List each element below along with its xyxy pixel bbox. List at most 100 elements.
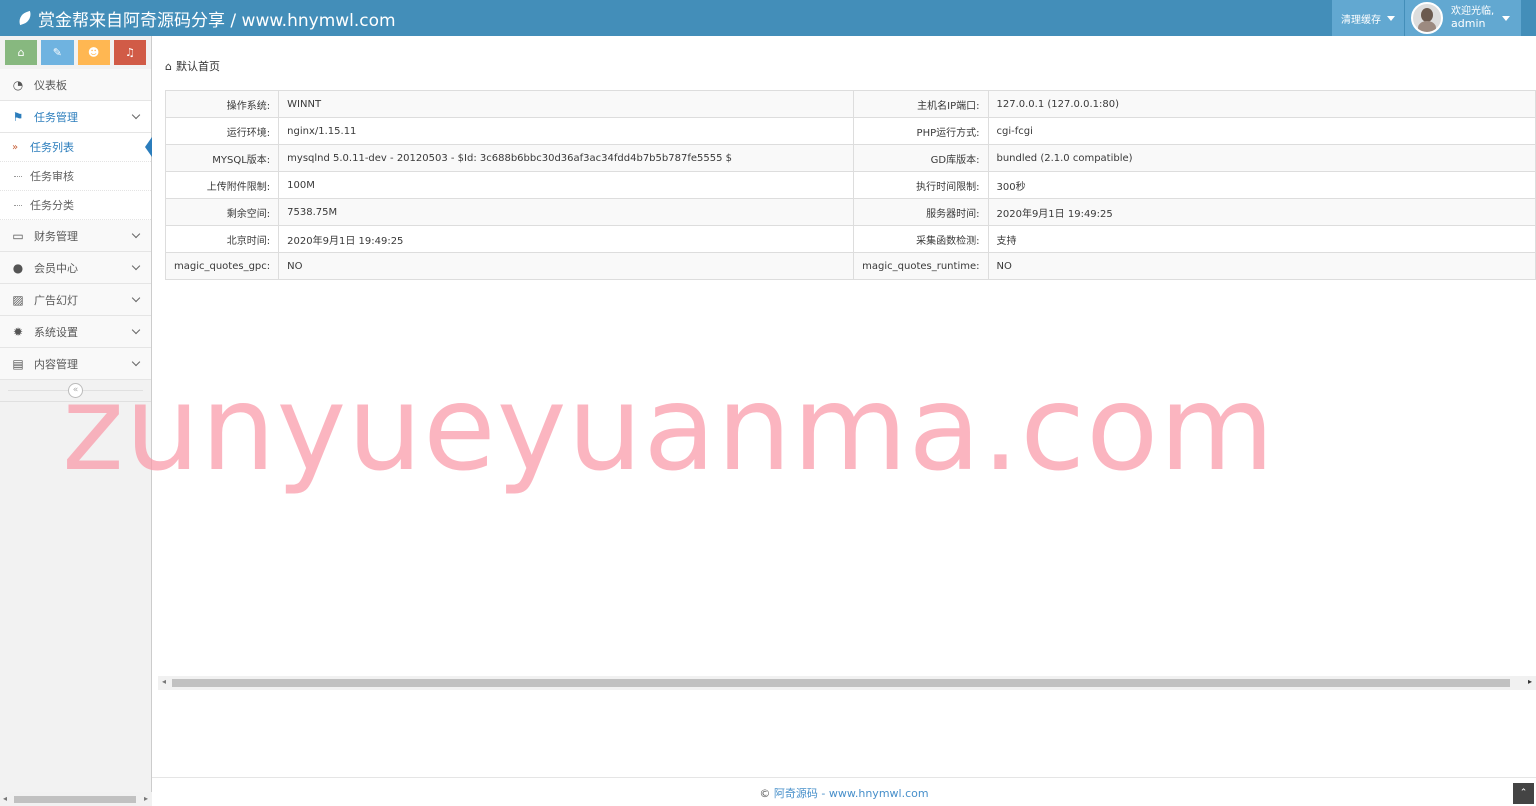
scrollbar-thumb[interactable] — [14, 796, 136, 803]
user-icon: ● — [12, 260, 24, 275]
info-value: 300秒 — [987, 171, 1536, 199]
book-icon: ▤ — [12, 356, 24, 371]
shortcut-edit-button[interactable]: ✎ — [41, 40, 74, 65]
chevron-down-icon — [131, 261, 141, 271]
collapse-sidebar-button[interactable]: « — [68, 383, 83, 398]
table-row: 上传附件限制: 100M 执行时间限制: 300秒 — [164, 171, 1536, 199]
info-label: 执行时间限制: — [853, 171, 989, 199]
bell-icon: ♫ — [124, 46, 135, 59]
sidebar-subitem-label: 任务分类 — [30, 199, 74, 212]
sidebar-horizontal-scrollbar[interactable]: ◂ ▸ — [0, 792, 152, 806]
sidebar-item-settings[interactable]: ✹ 系统设置 — [0, 316, 151, 348]
scrollbar-thumb[interactable] — [172, 679, 1510, 687]
sidebar-shortcuts: ⌂ ✎ ☻ ♫ — [0, 36, 151, 69]
brand-title[interactable]: 赏金帮来自阿奇源码分享 / www.hnymwl.com — [16, 0, 396, 36]
users-icon: ☻ — [87, 46, 100, 59]
info-label: 运行环境: — [164, 117, 280, 145]
home-icon: ⌂ — [17, 46, 25, 59]
sidebar-subitem-label: 任务列表 — [30, 141, 74, 154]
home-icon: ⌂ — [165, 59, 172, 73]
sidebar-item-label: 仪表板 — [34, 78, 67, 92]
sidebar-subitem-task-category[interactable]: 任务分类 — [0, 191, 151, 220]
info-label: 采集函数检测: — [853, 225, 989, 253]
clear-cache-dropdown[interactable]: 清理缓存 — [1332, 0, 1404, 36]
scroll-right-icon[interactable]: ▸ — [1528, 677, 1532, 686]
sidebar: ⌂ ✎ ☻ ♫ ◔ 仪表板 ⚑ 任务管理 » 任务列表 任务审核 任务分类 ▭ … — [0, 36, 152, 806]
info-label: magic_quotes_runtime: — [853, 252, 989, 280]
breadcrumb: ⌂ 默认首页 — [165, 58, 220, 74]
sidebar-item-dashboard[interactable]: ◔ 仪表板 — [0, 69, 151, 101]
breadcrumb-home-link[interactable]: 默认首页 — [176, 58, 220, 74]
info-value: mysqlnd 5.0.11-dev - 20120503 - $Id: 3c6… — [278, 144, 855, 172]
caret-down-icon — [1502, 15, 1511, 21]
chevron-down-icon — [131, 325, 141, 335]
sidebar-subitem-task-list[interactable]: » 任务列表 — [0, 133, 152, 162]
back-to-top-button[interactable]: ⌃ — [1513, 783, 1534, 804]
chevron-down-icon — [131, 357, 141, 367]
sidebar-collapse-bar: « — [0, 380, 151, 402]
info-value: 127.0.0.1 (127.0.0.1:80) — [987, 90, 1536, 118]
main-horizontal-scrollbar[interactable]: ◂ ▸ — [158, 676, 1536, 690]
footer-link[interactable]: 阿奇源码 - www.hnymwl.com — [774, 787, 929, 800]
top-navbar: 赏金帮来自阿奇源码分享 / www.hnymwl.com 清理缓存 欢迎光临, … — [0, 0, 1536, 36]
dashboard-icon: ◔ — [12, 77, 24, 92]
table-row: MYSQL版本: mysqlnd 5.0.11-dev - 20120503 - … — [164, 144, 1536, 172]
sidebar-item-members[interactable]: ● 会员中心 — [0, 252, 151, 284]
active-indicator — [145, 137, 152, 157]
info-label: 剩余空间: — [164, 198, 280, 226]
table-row: 北京时间: 2020年9月1日 19:49:25 采集函数检测: 支持 — [164, 225, 1536, 253]
info-label: PHP运行方式: — [853, 117, 989, 145]
sidebar-item-finance[interactable]: ▭ 财务管理 — [0, 220, 151, 252]
shortcut-home-button[interactable]: ⌂ — [5, 40, 38, 65]
brand-text: 赏金帮来自阿奇源码分享 / www.hnymwl.com — [38, 10, 396, 31]
info-label: GD库版本: — [853, 144, 989, 172]
sidebar-item-label: 系统设置 — [34, 325, 78, 339]
info-value: 支持 — [987, 225, 1536, 253]
sidebar-item-label: 会员中心 — [34, 261, 78, 275]
info-label: 操作系统: — [164, 90, 280, 118]
info-value: bundled (2.1.0 compatible) — [987, 144, 1536, 172]
sidebar-item-content[interactable]: ▤ 内容管理 — [0, 348, 151, 380]
table-row: magic_quotes_gpc: NO magic_quotes_runtime:… — [164, 252, 1536, 280]
info-label: 上传附件限制: — [164, 171, 280, 199]
info-value: 2020年9月1日 19:49:25 — [278, 225, 855, 253]
info-label: MYSQL版本: — [164, 144, 280, 172]
watermark: zunyueyuanma.com — [62, 359, 1276, 497]
flag-icon: ⚑ — [12, 109, 24, 124]
sidebar-item-ads[interactable]: ▨ 广告幻灯 — [0, 284, 151, 316]
inbox-icon: ▭ — [12, 228, 24, 243]
info-label: magic_quotes_gpc: — [164, 252, 280, 280]
info-value: NO — [278, 252, 855, 280]
info-value: 2020年9月1日 19:49:25 — [987, 198, 1536, 226]
picture-icon: ▨ — [12, 292, 24, 307]
info-label: 服务器时间: — [853, 198, 989, 226]
avatar — [1411, 2, 1443, 34]
info-value: 7538.75M — [278, 198, 855, 226]
shortcut-users-button[interactable]: ☻ — [77, 40, 110, 65]
caret-down-icon — [1387, 15, 1395, 21]
server-info-table: 操作系统: WINNT 主机名IP端口: 127.0.0.1 (127.0.0.1:8… — [164, 90, 1536, 280]
table-row: 操作系统: WINNT 主机名IP端口: 127.0.0.1 (127.0.0.1:8… — [164, 90, 1536, 118]
scroll-left-icon[interactable]: ◂ — [162, 677, 166, 686]
shortcut-alerts-button[interactable]: ♫ — [113, 40, 146, 65]
sidebar-subitem-task-review[interactable]: 任务审核 — [0, 162, 151, 191]
user-menu[interactable]: 欢迎光临, admin — [1405, 0, 1521, 36]
info-label: 主机名IP端口: — [853, 90, 989, 118]
chevron-down-icon — [131, 229, 141, 239]
sidebar-subitem-label: 任务审核 — [30, 170, 74, 183]
sidebar-item-task-management[interactable]: ⚑ 任务管理 — [0, 101, 151, 133]
scroll-right-icon[interactable]: ▸ — [144, 794, 148, 803]
info-value: NO — [987, 252, 1536, 280]
scroll-left-icon[interactable]: ◂ — [3, 794, 7, 803]
clear-cache-label: 清理缓存 — [1341, 14, 1381, 26]
gear-icon: ✹ — [12, 324, 24, 339]
double-angle-right-icon: » — [12, 141, 19, 153]
info-value: nginx/1.15.11 — [278, 117, 855, 145]
table-row: 运行环境: nginx/1.15.11 PHP运行方式: cgi-fcgi — [164, 117, 1536, 145]
double-angle-up-icon: ⌃ — [1519, 788, 1528, 798]
pencil-icon: ✎ — [52, 46, 62, 59]
info-label: 北京时间: — [164, 225, 280, 253]
copyright-symbol: © — [759, 787, 771, 800]
info-value: WINNT — [278, 90, 855, 118]
sidebar-item-label: 内容管理 — [34, 357, 78, 371]
